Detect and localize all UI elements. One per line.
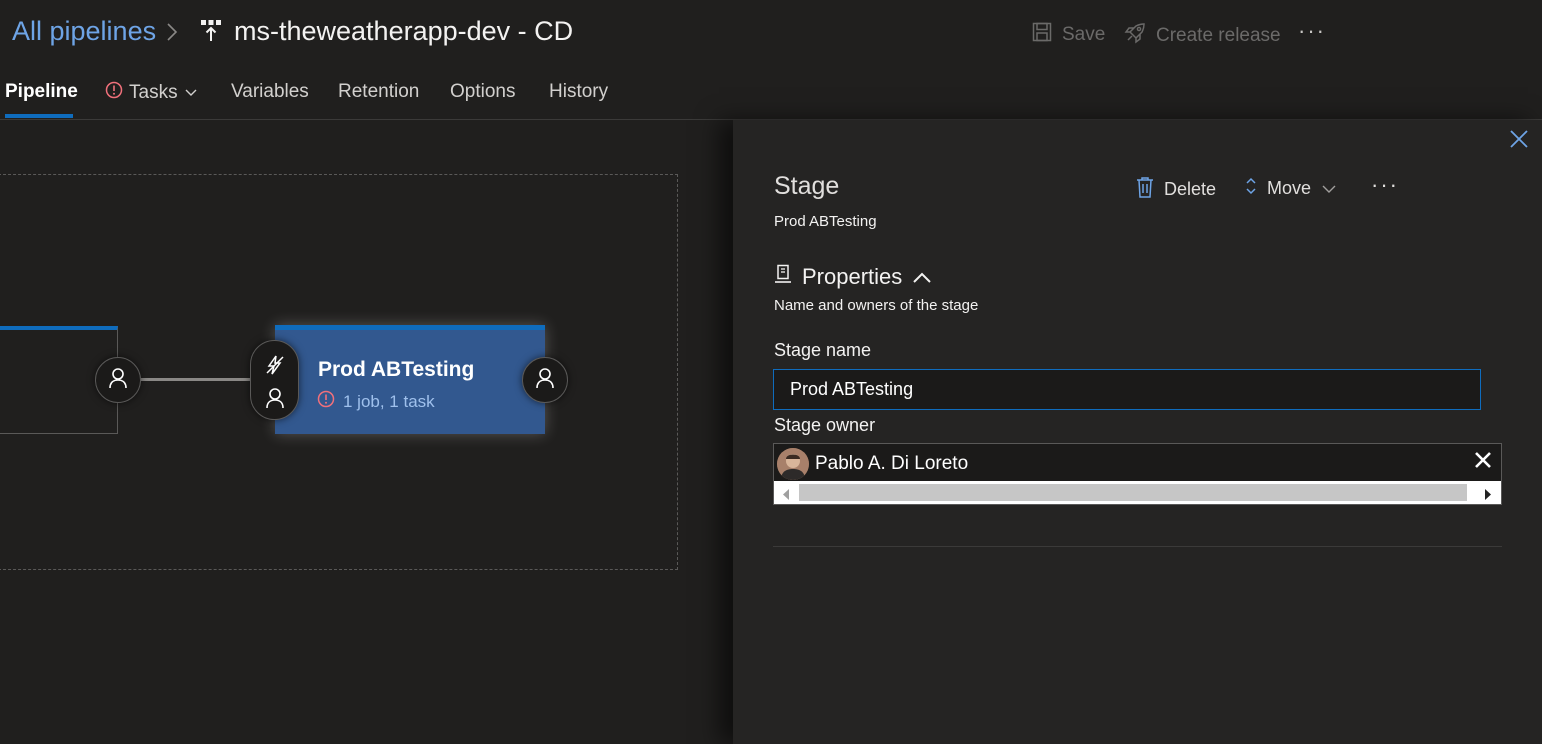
chevron-right-icon xyxy=(166,22,178,47)
stage-name-input[interactable] xyxy=(773,369,1481,410)
owner-name: Pablo A. Di Loreto xyxy=(815,453,969,474)
user-icon xyxy=(108,367,128,394)
rocket-icon xyxy=(1124,22,1146,50)
trigger-icon[interactable] xyxy=(264,354,286,381)
delete-label: Delete xyxy=(1164,179,1217,199)
tab-options[interactable]: Options xyxy=(450,81,515,103)
section-divider xyxy=(773,546,1502,547)
post-deployment-conditions-button[interactable] xyxy=(522,357,568,403)
stage-card-summary-text: 1 job, 1 task xyxy=(343,391,435,411)
up-down-icon xyxy=(1245,176,1257,201)
error-icon xyxy=(317,390,335,413)
user-icon[interactable] xyxy=(265,387,285,414)
stage-card-title: Prod ABTesting xyxy=(318,358,475,381)
stage-name-label: Stage name xyxy=(774,340,872,360)
error-icon xyxy=(105,81,123,105)
all-pipelines-link[interactable]: All pipelines xyxy=(12,16,156,47)
save-icon xyxy=(1032,22,1052,48)
chevron-up-icon xyxy=(912,264,932,290)
panel-more-actions-button[interactable]: ··· xyxy=(1371,172,1399,198)
delete-button[interactable]: Delete xyxy=(1136,176,1216,203)
properties-description: Name and owners of the stage xyxy=(774,297,979,314)
create-release-label: Create release xyxy=(1156,25,1281,46)
pipeline-title: ms-theweatherapp-dev - CD xyxy=(234,16,574,46)
active-tab-indicator xyxy=(5,114,73,118)
top-bar: All pipelines ms-theweatherapp-dev - CD … xyxy=(0,0,1542,66)
trash-icon xyxy=(1136,176,1154,203)
properties-section-header[interactable]: Properties xyxy=(774,264,932,290)
tab-label: Pipeline xyxy=(5,81,78,102)
tab-pipeline[interactable]: Pipeline xyxy=(5,81,78,103)
panel-title: Stage xyxy=(774,172,840,200)
remove-owner-icon[interactable] xyxy=(1474,451,1492,474)
post-deployment-approvals-button[interactable] xyxy=(95,357,141,403)
tab-retention[interactable]: Retention xyxy=(338,81,419,103)
pipeline-canvas: Prod ABTesting 1 job, 1 task xyxy=(0,120,733,744)
stage-card-prod-abtesting[interactable]: Prod ABTesting 1 job, 1 task xyxy=(275,325,545,434)
user-icon xyxy=(535,367,555,394)
tab-label: Variables xyxy=(231,81,309,102)
more-actions-button[interactable]: ··· xyxy=(1298,18,1326,44)
properties-title: Properties xyxy=(802,264,903,289)
horizontal-scrollbar[interactable] xyxy=(774,481,1501,504)
save-label: Save xyxy=(1062,24,1106,45)
tab-label: Tasks xyxy=(129,82,178,103)
tab-label: Retention xyxy=(338,81,420,102)
tab-label: Options xyxy=(450,81,516,102)
scroll-right-icon[interactable] xyxy=(1484,487,1492,505)
tab-variables[interactable]: Variables xyxy=(231,81,309,103)
move-button[interactable]: Move xyxy=(1245,176,1337,201)
save-button[interactable]: Save xyxy=(1032,22,1105,48)
move-label: Move xyxy=(1267,178,1312,198)
chevron-down-icon xyxy=(184,82,198,104)
tab-tasks[interactable]: Tasks xyxy=(105,81,198,105)
tab-label: History xyxy=(549,81,609,102)
scroll-left-icon[interactable] xyxy=(782,487,790,505)
create-release-button[interactable]: Create release xyxy=(1124,22,1281,50)
chevron-down-icon xyxy=(1321,178,1337,199)
close-icon[interactable] xyxy=(1509,129,1529,154)
properties-icon xyxy=(774,264,792,290)
stage-connector xyxy=(141,378,253,381)
stage-owner-label: Stage owner xyxy=(774,415,876,435)
stage-owner-picker[interactable]: Pablo A. Di Loreto xyxy=(773,443,1502,505)
release-pipeline-icon xyxy=(200,19,222,48)
pre-deployment-conditions xyxy=(250,340,299,420)
scrollbar-thumb[interactable] xyxy=(799,484,1467,501)
avatar xyxy=(777,448,809,480)
tab-history[interactable]: History xyxy=(549,81,608,103)
stage-card-summary[interactable]: 1 job, 1 task xyxy=(317,390,435,413)
tab-bar: Pipeline Tasks Variables Retention Optio… xyxy=(0,66,1542,120)
stage-properties-panel: Stage Prod ABTesting Delete Move ··· Pro… xyxy=(733,120,1542,744)
panel-subtitle: Prod ABTesting xyxy=(774,213,877,230)
